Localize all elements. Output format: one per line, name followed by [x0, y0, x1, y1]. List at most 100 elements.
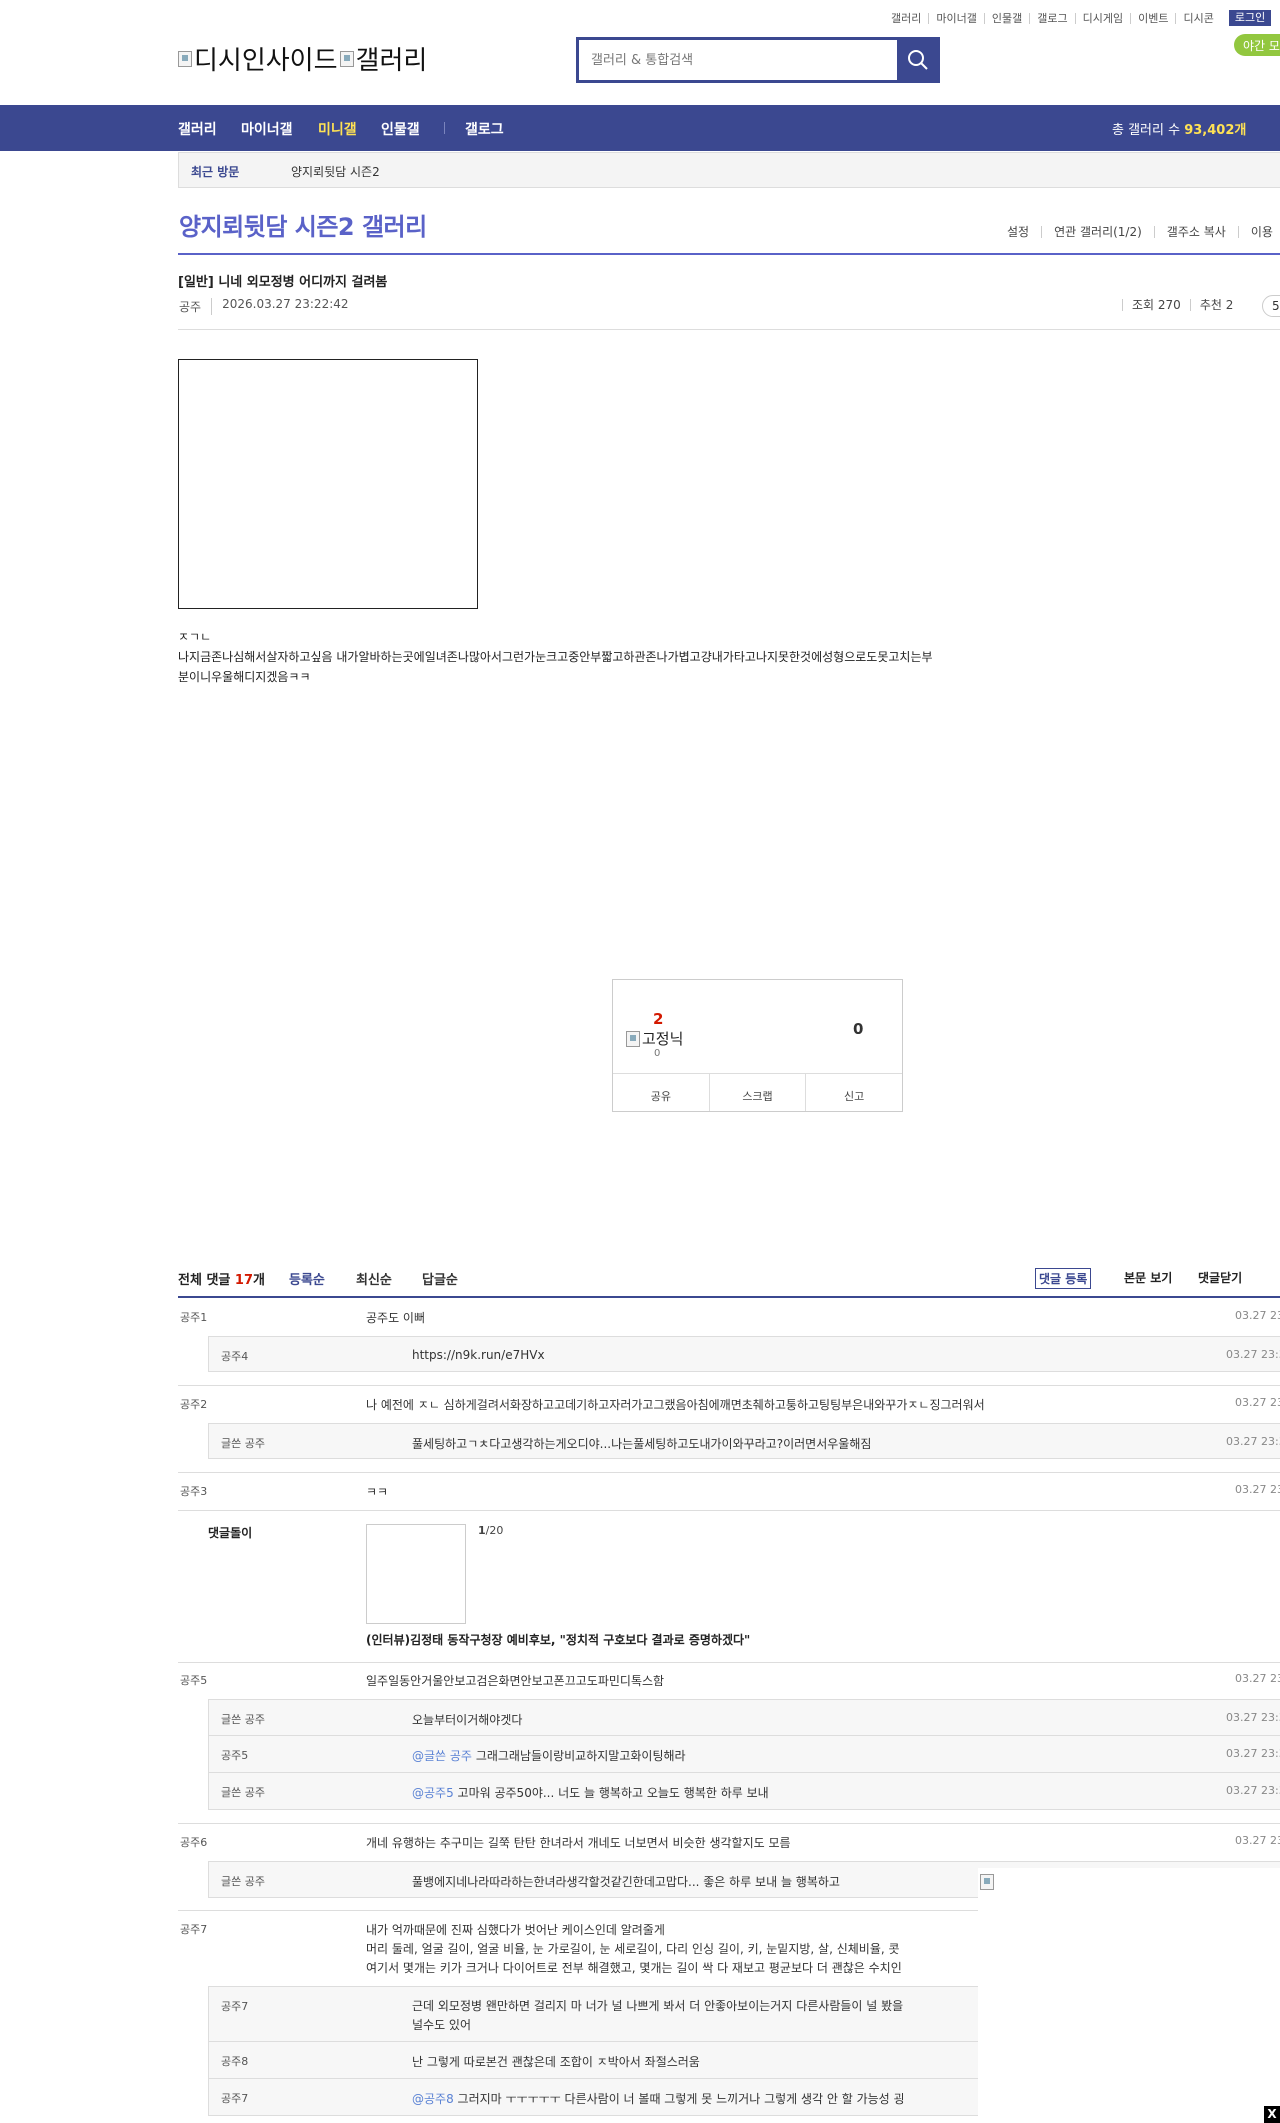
post-meta: 공주 2026.03.27 23:22:42: [179, 298, 349, 315]
comment-nick[interactable]: 글쓴 공주: [221, 1435, 265, 1451]
comment-nick[interactable]: 공주7: [180, 1921, 207, 1937]
search-input[interactable]: [579, 40, 897, 80]
share-button[interactable]: 공유: [613, 1074, 709, 1111]
comment-mention[interactable]: @공주5: [412, 1786, 454, 1800]
top-link-minor[interactable]: 마이너갤: [928, 12, 983, 24]
recommend-actions: 공유 스크랩 신고: [613, 1073, 902, 1111]
recent-visits-label[interactable]: 최근 방문: [191, 163, 239, 180]
comment-mention[interactable]: @글쓴 공주: [412, 1749, 472, 1763]
search-button[interactable]: [896, 37, 940, 83]
comment-divider: [178, 1823, 1280, 1824]
comment-nick[interactable]: 공주6: [180, 1834, 207, 1850]
comment-link[interactable]: https://n9k.run/e7HVx: [412, 1348, 545, 1362]
gallery-title[interactable]: 양지뢰뒷담 시즌2 갤러리: [179, 207, 427, 242]
settings-link[interactable]: 설정: [1007, 226, 1041, 238]
ad-counter-total: /20: [485, 1524, 504, 1537]
reply-row: 글쓴 공주 오늘부터이거해야겟다 03.27 23:3: [208, 1699, 1280, 1736]
related-gallery-link[interactable]: 연관 갤러리(1/2): [1041, 226, 1154, 238]
fixed-nick-count: 0: [654, 1048, 661, 1059]
global-nav: 갤러리 마이너갤 미니갤 인물갤 갤로그 총 갤러리 수 93,402개: [0, 105, 1280, 151]
comments-total: 전체 댓글 17개: [178, 1269, 265, 1288]
ad-title[interactable]: (인터뷰)김정태 동작구청장 예비후보, "정치적 구호보다 결과로 증명하겠다…: [366, 1631, 750, 1648]
comment-text: 오늘부터이거해야겟다: [412, 1713, 523, 1727]
comment-date: 03.27 23: [1235, 1396, 1280, 1409]
comment-text-line: 내가 억까때문에 진짜 심했다가 벗어난 케이스인데 알려줄게: [366, 1923, 665, 1937]
report-button[interactable]: 신고: [805, 1074, 902, 1111]
comment-divider: [178, 1510, 1280, 1511]
ad-counter: 1/20: [478, 1524, 503, 1537]
comment-text-with-mention: @공주8 그러지마 ㅜㅜㅜㅜㅜ 다른사람이 너 볼때 그렇게 못 느끼거나 그렇…: [412, 2090, 905, 2107]
comment-text: 일주일동안거울안보고검은화면안보고폰끄고도파민디톡스함: [366, 1674, 665, 1688]
site-logo[interactable]: 디시인사이드 갤러리: [178, 40, 427, 77]
sort-latest[interactable]: 최신순: [356, 1269, 392, 1288]
comment-nick[interactable]: 글쓴 공주: [221, 1784, 265, 1800]
comment-nick[interactable]: 공주1: [180, 1309, 207, 1325]
comment-nick[interactable]: 공주5: [180, 1672, 207, 1688]
login-button[interactable]: 로그인: [1228, 10, 1272, 26]
comment-text-multiline: 내가 억까때문에 진짜 심했다가 벗어난 케이스인데 알려줄게 머리 둘레, 얼…: [366, 1921, 902, 1978]
nav-minor-gallery[interactable]: 마이너갤: [241, 119, 293, 139]
comments-total-label: 전체 댓글: [178, 1273, 231, 1288]
gallery-count-value: 93,402개: [1184, 123, 1247, 138]
nav-gallog[interactable]: 갤로그: [465, 119, 504, 139]
comment-date: 03.27 23:3: [1226, 1348, 1280, 1361]
top-link-event[interactable]: 이벤트: [1130, 12, 1175, 24]
comments-header: 전체 댓글 17개 등록순 최신순 답글순 댓글 등록 본문 보기 댓글닫기: [178, 1268, 1280, 1299]
logo-gallery: 갤러리: [355, 46, 428, 76]
usage-link[interactable]: 이용: [1237, 226, 1280, 238]
comment-text: 난 그렇게 따로본건 괜찮은데 조합이 ㅈ박아서 좌절스러움: [412, 2055, 700, 2069]
top-link-gallog[interactable]: 갤로그: [1029, 12, 1074, 24]
comment-count-chip[interactable]: 5: [1262, 295, 1280, 317]
recent-visits-bar: 최근 방문 양지뢰뒷담 시즌2: [178, 152, 1280, 188]
post-image[interactable]: [178, 359, 478, 609]
sort-registered[interactable]: 등록순: [289, 1269, 325, 1288]
floating-ad-panel[interactable]: [978, 1868, 1280, 2123]
gallery-title-divider: [178, 253, 1280, 255]
post-author[interactable]: 공주: [179, 298, 201, 315]
top-link-person[interactable]: 인물갤: [983, 12, 1029, 24]
fixed-nick-upvote[interactable]: 고정닉: [626, 1028, 683, 1049]
comment-date: 03.27 23: [1235, 1672, 1280, 1685]
copy-address-link[interactable]: 갤주소 복사: [1153, 226, 1238, 238]
recent-visit-item[interactable]: 양지뢰뒷담 시즌2: [291, 163, 380, 180]
comment-row: 공주6 개네 유행하는 추구미는 길쭉 탄탄 한녀라서 개네도 너보면서 비슷한…: [178, 1834, 1280, 1856]
comment-divider: [178, 1385, 1280, 1386]
nav-person-gallery[interactable]: 인물갤: [381, 119, 420, 139]
comment-date: 03.27 23:3: [1226, 1747, 1280, 1760]
comment-row: 공주2 나 예전에 ㅈㄴ 심하게걸려서화장하고고데기하고자러가고그랬음아침에깨면…: [178, 1396, 1280, 1418]
nav-mini-gallery[interactable]: 미니갤: [318, 119, 357, 139]
downvote-count[interactable]: 0: [853, 1020, 863, 1038]
ad-comment-row: 댓글돌이 1/20 (인터뷰)김정태 동작구청장 예비후보, "정치적 구호보다…: [178, 1524, 1280, 1654]
comment-divider: [178, 1662, 1280, 1663]
night-mode-button[interactable]: 야간 모드: [1234, 34, 1280, 56]
comment-nick[interactable]: 공주2: [180, 1396, 207, 1412]
post-body: ㅈㄱㄴ 나지금존나심해서살자하고싶음 내가알바하는곳에일녀존나많아서그런가눈크고…: [178, 627, 1078, 687]
top-link-dcgame[interactable]: 디시게임: [1074, 12, 1130, 24]
nav-gallery[interactable]: 갤러리: [178, 119, 217, 139]
close-comments-button[interactable]: 댓글닫기: [1198, 1269, 1242, 1286]
comment-nick[interactable]: 공주4: [221, 1348, 248, 1364]
top-link-gallery[interactable]: 갤러리: [891, 13, 928, 24]
top-link-dccon[interactable]: 디시콘: [1175, 12, 1220, 24]
comment-nick[interactable]: 글쓴 공주: [221, 1873, 265, 1889]
comment-mention[interactable]: @공주8: [412, 2092, 454, 2106]
comment-nick[interactable]: 공주7: [221, 2090, 248, 2106]
gallery-tools: 설정 연관 갤러리(1/2) 갤주소 복사 이용: [1007, 226, 1280, 238]
broken-image-icon: [339, 50, 354, 67]
sort-replies[interactable]: 답글순: [422, 1269, 458, 1288]
upvote-count: 2: [653, 1010, 664, 1028]
comment-nick[interactable]: 글쓴 공주: [221, 1711, 265, 1727]
close-ad-button[interactable]: X: [1264, 2106, 1280, 2123]
ad-image[interactable]: [366, 1524, 466, 1624]
comment-nick[interactable]: 공주8: [221, 2053, 248, 2069]
scrap-button[interactable]: 스크랩: [708, 1074, 806, 1111]
comment-nick[interactable]: 공주3: [180, 1483, 207, 1499]
gallery-count: 총 갤러리 수 93,402개: [1112, 119, 1246, 138]
comment-register-button[interactable]: 댓글 등록: [1035, 1268, 1092, 1289]
logo-dcinside: 디시인사이드: [194, 46, 338, 76]
comment-text: 고마워 공주50야... 너도 늘 행복하고 오늘도 행복한 하루 보내: [457, 1786, 769, 1800]
comment-nick[interactable]: 공주5: [221, 1747, 248, 1763]
post-body-line: ㅈㄱㄴ: [178, 630, 212, 644]
comment-nick[interactable]: 공주7: [221, 1998, 248, 2014]
view-body-button[interactable]: 본문 보기: [1124, 1269, 1172, 1286]
